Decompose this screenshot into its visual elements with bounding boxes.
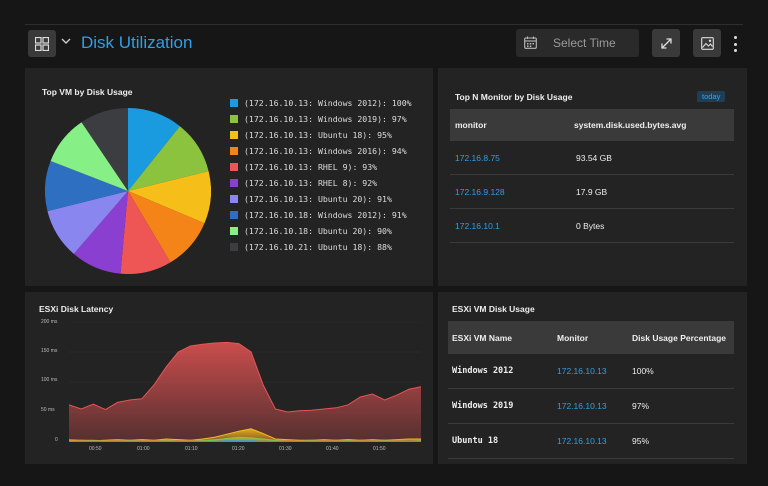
panel-title: ESXi Disk Latency	[39, 304, 114, 314]
legend-label: (172.16.10.13: RHEL 8): 92%	[244, 178, 378, 188]
table-row: 172.16.10.1 0 Bytes	[450, 208, 734, 243]
legend-swatch	[230, 115, 238, 123]
legend-item[interactable]: (172.16.10.13: Ubuntu 20): 91%	[230, 191, 412, 207]
today-badge[interactable]: today	[697, 91, 726, 102]
latency-chart	[69, 322, 421, 442]
legend-item[interactable]: (172.16.10.13: RHEL 8): 92%	[230, 175, 412, 191]
top-n-monitor-panel: Top N Monitor by Disk Usage today monito…	[438, 68, 747, 286]
legend-item[interactable]: (172.16.10.21: Ubuntu 18): 88%	[230, 239, 412, 255]
monitor-link[interactable]: 172.16.10.13	[553, 354, 628, 389]
time-selector[interactable]: Select Time	[516, 29, 639, 57]
expand-icon	[660, 37, 672, 49]
header-divider	[25, 24, 743, 25]
legend-label: (172.16.10.13: RHEL 9): 93%	[244, 162, 378, 172]
pie-chart	[45, 108, 211, 274]
y-tick: 200 ms	[41, 319, 58, 325]
dashboard-menu-button[interactable]	[28, 30, 56, 57]
legend-swatch	[230, 243, 238, 251]
pie-legend: (172.16.10.13: Windows 2012): 100% (172.…	[230, 95, 412, 255]
top-n-table: monitor system.disk.used.bytes.avg 172.1…	[450, 109, 734, 243]
panel-title: Top N Monitor by Disk Usage	[455, 92, 573, 102]
time-placeholder: Select Time	[553, 36, 616, 50]
column-header-monitor[interactable]: monitor	[450, 109, 566, 141]
legend-item[interactable]: (172.16.10.13: RHEL 9): 93%	[230, 159, 412, 175]
legend-swatch	[230, 179, 238, 187]
disk-pct: 97%	[628, 388, 734, 424]
column-header-monitor[interactable]: Monitor	[553, 321, 628, 354]
panel-title: Top VM by Disk Usage	[42, 87, 133, 97]
disk-value: 0 Bytes	[566, 208, 734, 243]
legend-item[interactable]: (172.16.10.18: Windows 2012): 91%	[230, 207, 412, 223]
legend-label: (172.16.10.13: Ubuntu 18): 95%	[244, 130, 392, 140]
y-tick: 50 ms	[41, 407, 55, 413]
legend-label: (172.16.10.13: Windows 2016): 94%	[244, 146, 407, 156]
y-tick: 100 ms	[41, 377, 58, 383]
calendar-icon	[524, 36, 537, 49]
y-tick: 150 ms	[41, 348, 58, 354]
disk-value: 17.9 GB	[566, 174, 734, 209]
monitor-link[interactable]: 172.16.10.13	[553, 388, 628, 424]
legend-label: (172.16.10.18: Windows 2012): 91%	[244, 210, 407, 220]
esxi-vm-disk-usage-panel: ESXi VM Disk Usage ESXi VM Name Monitor …	[438, 292, 747, 464]
esxi-disk-latency-panel: ESXi Disk Latency 200 ms 150 ms 100 ms 5…	[25, 292, 433, 464]
legend-swatch	[230, 227, 238, 235]
dashboard-header: Disk Utilization Select Time	[25, 28, 747, 60]
x-tick: 01:20	[232, 446, 245, 452]
monitor-link[interactable]: 172.16.10.13	[553, 423, 628, 459]
series-area	[69, 342, 421, 442]
chevron-down-icon[interactable]	[61, 36, 71, 46]
monitor-link[interactable]: 172.16.9.128	[450, 174, 566, 209]
disk-pct: 95%	[628, 423, 734, 459]
legend-swatch	[230, 211, 238, 219]
column-header-value[interactable]: system.disk.used.bytes.avg	[566, 109, 734, 141]
column-header-disk-pct[interactable]: Disk Usage Percentage	[628, 321, 734, 354]
disk-pct: 100%	[628, 354, 734, 389]
monitor-link[interactable]: 172.16.10.1	[450, 208, 566, 243]
x-tick: 01:40	[326, 446, 339, 452]
disk-value: 93.54 GB	[566, 141, 734, 175]
table-row: 172.16.9.128 17.9 GB	[450, 174, 734, 209]
legend-swatch	[230, 195, 238, 203]
legend-item[interactable]: (172.16.10.18: Ubuntu 20): 90%	[230, 223, 412, 239]
vm-name: Windows 2019	[448, 388, 553, 424]
vm-name: Ubuntu 18	[448, 423, 553, 459]
legend-label: (172.16.10.13: Ubuntu 20): 91%	[244, 194, 392, 204]
monitor-link[interactable]: 172.16.8.75	[450, 141, 566, 175]
image-icon	[700, 36, 714, 50]
legend-label: (172.16.10.18: Ubuntu 20): 90%	[244, 226, 392, 236]
legend-swatch	[230, 147, 238, 155]
legend-label: (172.16.10.13: Windows 2019): 97%	[244, 114, 407, 124]
table-header-row: monitor system.disk.used.bytes.avg	[450, 109, 734, 141]
legend-swatch	[230, 131, 238, 139]
table-row: Windows 2019 172.16.10.13 97%	[448, 388, 734, 424]
more-options-icon[interactable]	[732, 34, 738, 54]
vm-name: Windows 2012	[448, 354, 553, 389]
x-tick: 00:50	[89, 446, 102, 452]
legend-label: (172.16.10.21: Ubuntu 18): 88%	[244, 242, 392, 252]
legend-item[interactable]: (172.16.10.13: Windows 2019): 97%	[230, 111, 412, 127]
table-header-row: ESXi VM Name Monitor Disk Usage Percenta…	[448, 321, 734, 354]
page-title: Disk Utilization	[81, 33, 193, 52]
table-row: 172.16.8.75 93.54 GB	[450, 141, 734, 175]
export-image-button[interactable]	[693, 29, 721, 57]
legend-item[interactable]: (172.16.10.13: Windows 2012): 100%	[230, 95, 412, 111]
column-header-vm-name[interactable]: ESXi VM Name	[448, 321, 553, 354]
legend-swatch	[230, 163, 238, 171]
vm-disk-table: ESXi VM Name Monitor Disk Usage Percenta…	[448, 321, 734, 459]
legend-item[interactable]: (172.16.10.13: Windows 2016): 94%	[230, 143, 412, 159]
top-vm-disk-usage-panel: Top VM by Disk Usage (172.16.10.13: Wind…	[25, 68, 433, 286]
legend-swatch	[230, 99, 238, 107]
x-tick: 01:50	[373, 446, 386, 452]
y-tick: 0	[55, 437, 58, 443]
grid-icon	[35, 36, 49, 51]
table-row: Windows 2012 172.16.10.13 100%	[448, 354, 734, 389]
legend-label: (172.16.10.13: Windows 2012): 100%	[244, 98, 412, 108]
panel-title: ESXi VM Disk Usage	[452, 304, 535, 314]
legend-item[interactable]: (172.16.10.13: Ubuntu 18): 95%	[230, 127, 412, 143]
fullscreen-button[interactable]	[652, 29, 680, 57]
x-tick: 01:00	[137, 446, 150, 452]
x-tick: 01:30	[279, 446, 292, 452]
table-row: Ubuntu 18 172.16.10.13 95%	[448, 423, 734, 459]
x-tick: 01:10	[185, 446, 198, 452]
